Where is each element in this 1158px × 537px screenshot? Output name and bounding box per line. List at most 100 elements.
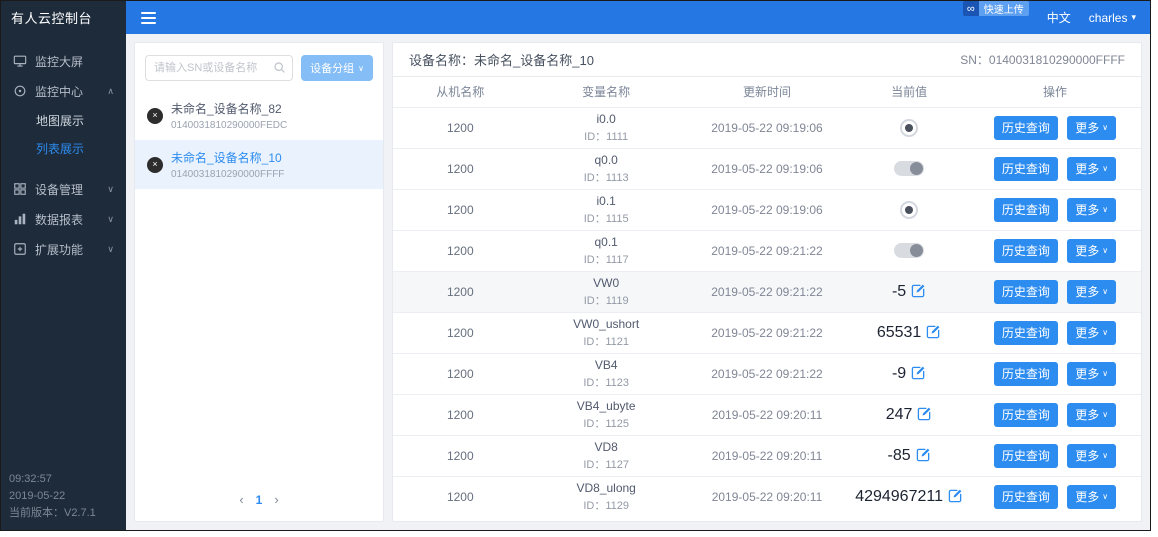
device-list-item[interactable]: × 未命名_设备名称_82 0140031810290000FEDC (135, 91, 383, 140)
history-query-button[interactable]: 历史查询 (993, 279, 1058, 304)
variable-id: ID：1119 (583, 294, 629, 307)
caret-down-icon: ▾ (1131, 12, 1136, 22)
sidebar-item-data-report[interactable]: 数据报表 ∨ (1, 204, 126, 234)
more-button[interactable]: 更多 ∨ (1067, 443, 1117, 468)
device-list-item[interactable]: × 未命名_设备名称_10 0140031810290000FFFF (135, 140, 383, 189)
chevron-down-icon: ∨ (1102, 205, 1109, 214)
history-query-button[interactable]: 历史查询 (993, 156, 1058, 181)
history-query-button[interactable]: 历史查询 (993, 402, 1058, 427)
history-query-button[interactable]: 历史查询 (993, 115, 1058, 140)
variable-id: ID：1125 (583, 417, 629, 430)
edit-icon[interactable] (948, 488, 963, 506)
bit-status-indicator[interactable] (900, 118, 919, 137)
table-row: 1200 q0.0 ID：1113 2019-05-22 09:19:06 历史… (393, 147, 1141, 189)
sidebar-item-monitor-screen[interactable]: 监控大屏 (1, 46, 126, 76)
current-value: 65531 (876, 323, 922, 341)
search-input[interactable] (145, 55, 294, 81)
page-number[interactable]: 1 (256, 493, 263, 507)
actions-cell: 历史查询 更多 ∨ (968, 147, 1141, 189)
table-row: 1200 VB4 ID：1123 2019-05-22 09:21:22 -9 … (393, 352, 1141, 394)
sidebar-item-label: 数据报表 (35, 212, 84, 227)
history-query-button[interactable]: 历史查询 (993, 443, 1058, 468)
sidebar-item-label: 地图展示 (36, 113, 85, 128)
history-query-button[interactable]: 历史查询 (993, 320, 1058, 345)
device-title: 设备名称：未命名_设备名称_10 (409, 53, 594, 68)
language-switch[interactable]: 中文 (1047, 9, 1071, 26)
infinity-icon: ∞ (962, 1, 979, 16)
upload-badge[interactable]: ∞ 快速上传 (962, 1, 1029, 16)
table-row: 1200 VB4_ubyte ID：1125 2019-05-22 09:20:… (393, 393, 1141, 435)
device-name: 未命名_设备名称_82 (171, 102, 282, 116)
toggle-switch[interactable] (894, 243, 925, 259)
device-meta: 未命名_设备名称_10 0140031810290000FFFF (171, 149, 284, 180)
actions-cell: 历史查询 更多 ∨ (968, 270, 1141, 312)
edit-icon[interactable] (911, 365, 926, 383)
update-time-cell: 2019-05-22 09:20:11 (684, 393, 850, 435)
chevron-down-icon: ∨ (1102, 369, 1109, 378)
slave-name-cell: 1200 (393, 434, 528, 476)
variable-name: VD8_ulong (576, 480, 636, 495)
more-button[interactable]: 更多 ∨ (1067, 115, 1117, 140)
history-query-button[interactable]: 历史查询 (993, 197, 1058, 222)
table-row: 1200 VW0 ID：1119 2019-05-22 09:21:22 -5 … (393, 270, 1141, 312)
chevron-down-icon: ∨ (1102, 164, 1109, 173)
menu-toggle-icon[interactable] (126, 1, 170, 34)
sidebar-item-label: 扩展功能 (35, 242, 84, 257)
prev-page-button[interactable]: ‹ (239, 492, 243, 507)
update-time-cell: 2019-05-22 09:20:11 (684, 475, 850, 517)
more-button[interactable]: 更多 ∨ (1067, 197, 1117, 222)
more-button[interactable]: 更多 ∨ (1067, 361, 1117, 386)
more-button[interactable]: 更多 ∨ (1067, 156, 1117, 181)
bit-status-indicator[interactable] (900, 200, 919, 219)
screen-icon (13, 55, 27, 67)
variable-cell: i0.0 ID：1111 (527, 106, 685, 148)
data-report-icon (14, 213, 26, 225)
variable-name: q0.0 (594, 152, 618, 167)
history-query-button[interactable]: 历史查询 (993, 484, 1058, 509)
col-header-slave: 从机名称 (436, 85, 485, 100)
actions-cell: 历史查询 更多 ∨ (968, 311, 1141, 353)
chevron-down-icon: ∨ (1102, 492, 1109, 502)
update-time-cell: 2019-05-22 09:19:06 (684, 147, 850, 189)
variable-cell: q0.0 ID：1113 (527, 147, 685, 189)
table-row: 1200 i0.0 ID：1111 2019-05-22 09:19:06 历史… (393, 106, 1141, 148)
sidebar-item-extensions[interactable]: 扩展功能 ∨ (1, 234, 126, 264)
device-group-button[interactable]: 设备分组 ∨ (301, 55, 373, 81)
more-button[interactable]: 更多 ∨ (1067, 320, 1117, 345)
sidebar-item-list-display[interactable]: 列表展示 (1, 134, 126, 162)
variable-cell: VB4_ubyte ID：1125 (527, 393, 685, 435)
edit-icon[interactable] (926, 324, 941, 342)
sidebar-item-label: 监控中心 (35, 84, 84, 99)
actions-cell: 历史查询 更多 ∨ (968, 188, 1141, 230)
current-value: -9 (891, 364, 907, 382)
table-header-row: 从机名称 变量名称 更新时间 当前值 操作 (393, 77, 1141, 107)
sidebar-item-map-display[interactable]: 地图展示 (1, 106, 126, 134)
device-offline-icon: × (147, 156, 163, 173)
update-time-cell: 2019-05-22 09:21:22 (684, 229, 850, 271)
toggle-switch[interactable] (894, 161, 925, 177)
next-page-button[interactable]: › (274, 492, 278, 507)
sidebar-item-monitor-center[interactable]: 监控中心 ∧ (1, 76, 126, 106)
history-query-button[interactable]: 历史查询 (993, 238, 1058, 263)
more-button[interactable]: 更多 ∨ (1067, 279, 1117, 304)
edit-icon[interactable] (911, 283, 926, 301)
sidebar-item-label: 设备管理 (35, 182, 84, 197)
monitor-center-icon (14, 85, 26, 97)
edit-icon[interactable] (917, 406, 932, 424)
device-detail-panel: 设备名称：未命名_设备名称_10 SN：0140031810290000FFFF… (392, 42, 1142, 522)
edit-icon[interactable] (916, 447, 931, 465)
sidebar-nav: 监控大屏 监控中心 ∧ 地图展示 列表展示 设备管理 ∨ 数据报表 ∨ 扩展功能… (1, 34, 126, 264)
more-button[interactable]: 更多 ∨ (1067, 484, 1117, 509)
history-query-button[interactable]: 历史查询 (993, 361, 1058, 386)
sidebar-item-device-manage[interactable]: 设备管理 ∨ (1, 174, 126, 204)
actions-cell: 历史查询 更多 ∨ (968, 106, 1141, 148)
chevron-down-icon: ∨ (1102, 328, 1109, 337)
user-menu[interactable]: charles ▾ (1089, 11, 1136, 25)
actions-cell: 历史查询 更多 ∨ (968, 229, 1141, 271)
variable-name: i0.1 (596, 193, 616, 208)
more-button[interactable]: 更多 ∨ (1067, 238, 1117, 263)
variable-id: ID：1117 (583, 253, 629, 266)
variable-cell: VB4 ID：1123 (527, 352, 685, 394)
slave-name-cell: 1200 (393, 352, 528, 394)
more-button[interactable]: 更多 ∨ (1067, 402, 1117, 427)
